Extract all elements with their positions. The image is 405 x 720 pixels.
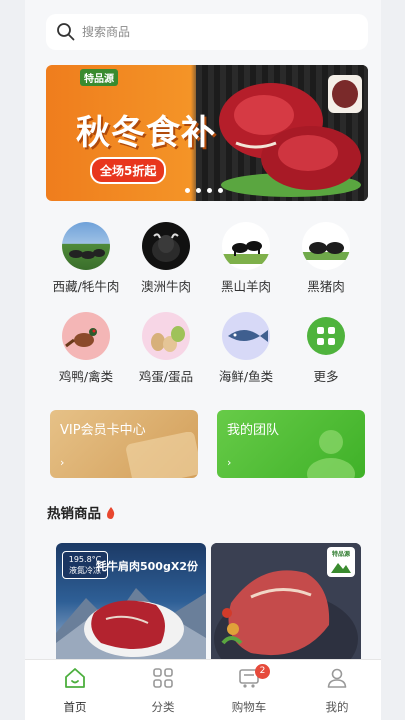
product-logo-text: 特品源 — [331, 551, 350, 558]
grid-icon — [307, 317, 345, 355]
product-card[interactable]: 195.8°C 液氮冷冻 牦牛肩肉500gX2份 — [56, 543, 206, 673]
category-label: 海鲜/鱼类 — [218, 369, 274, 384]
product-logo: 特品源 — [327, 547, 355, 577]
category-label: 更多 — [313, 369, 339, 384]
category-label: 西藏/牦牛肉 — [52, 279, 120, 294]
promo-banner[interactable]: 特品源 秋冬食补 全场5折起 — [46, 65, 368, 201]
tab-home[interactable]: 首页 — [45, 666, 105, 715]
category-label: 鸡蛋/蛋品 — [138, 369, 194, 384]
vip-card-title: VIP会员卡中心 — [60, 423, 146, 438]
tab-cart[interactable]: 2 购物车 — [219, 664, 279, 715]
my-team-title: 我的团队 — [227, 423, 280, 438]
tab-label: 分类 — [151, 700, 175, 714]
mountain-logo-icon — [331, 563, 351, 573]
category-item-goat[interactable]: 黑山羊肉 — [206, 222, 286, 295]
carousel-dot[interactable] — [196, 188, 201, 193]
product-card[interactable]: 特品源 — [211, 543, 361, 673]
carousel-dot[interactable] — [185, 188, 190, 193]
tab-profile[interactable]: 我的 — [307, 666, 367, 715]
banner-title: 秋冬食补 — [76, 113, 216, 153]
search-icon — [57, 23, 75, 41]
category-item-poultry[interactable]: 鸡鸭/禽类 — [46, 312, 126, 385]
search-bar[interactable] — [46, 14, 368, 50]
home-icon — [65, 668, 85, 688]
my-team-card[interactable]: 我的团队 › — [217, 410, 365, 478]
goat-photo-icon — [222, 222, 270, 270]
banner-logo: 特品源 — [80, 69, 118, 86]
tab-label: 购物车 — [231, 700, 267, 714]
category-label: 澳洲牛肉 — [140, 279, 191, 294]
vip-card-center[interactable]: VIP会员卡中心 › — [50, 410, 198, 478]
tab-label: 我的 — [325, 700, 349, 714]
pig-photo-icon — [302, 222, 350, 270]
category-item-pork[interactable]: 黑猪肉 — [286, 222, 366, 295]
meat-image — [219, 75, 362, 197]
category-label: 鸡鸭/禽类 — [58, 369, 114, 384]
fish-icon — [222, 312, 270, 360]
category-item-eggs[interactable]: 鸡蛋/蛋品 — [126, 312, 206, 385]
cart-count-badge: 2 — [255, 664, 270, 679]
category-item-beef[interactable]: 澳洲牛肉 — [126, 222, 206, 295]
eggs-icon — [142, 312, 190, 360]
hot-products-label: 热销商品 — [47, 506, 101, 522]
category-grid-icon — [153, 668, 173, 688]
user-icon — [327, 668, 347, 688]
yak-photo-icon — [62, 222, 110, 270]
tab-category[interactable]: 分类 — [133, 666, 193, 715]
vip-card-decoration — [126, 432, 198, 478]
category-item-seafood[interactable]: 海鲜/鱼类 — [206, 312, 286, 385]
cattle-photo-icon — [142, 222, 190, 270]
fire-icon — [106, 507, 114, 519]
tab-label: 首页 — [63, 700, 87, 714]
category-label: 黑山羊肉 — [220, 279, 271, 294]
chevron-right-icon: › — [60, 456, 65, 469]
chevron-right-icon: › — [227, 456, 232, 469]
carousel-dot[interactable] — [218, 188, 223, 193]
category-label: 黑猪肉 — [307, 279, 345, 294]
carousel-dot[interactable] — [207, 188, 212, 193]
category-item-yak[interactable]: 西藏/牦牛肉 — [46, 222, 126, 295]
hot-products-title: 热销商品 — [47, 502, 116, 522]
team-card-decoration — [307, 430, 355, 478]
carousel-dots[interactable] — [185, 188, 223, 193]
pheasant-icon — [62, 312, 110, 360]
category-item-more[interactable]: 更多 — [286, 312, 366, 385]
banner-badge: 全场5折起 — [90, 157, 167, 184]
product-name: 牦牛肩肉500gX2份 — [96, 560, 198, 573]
bottom-tab-bar: 首页 分类 2 购物车 我的 — [25, 659, 381, 720]
home-page: 特品源 秋冬食补 全场5折起 西藏/牦牛肉 澳洲牛肉 黑山羊肉 — [25, 0, 381, 720]
search-input[interactable] — [82, 25, 342, 39]
